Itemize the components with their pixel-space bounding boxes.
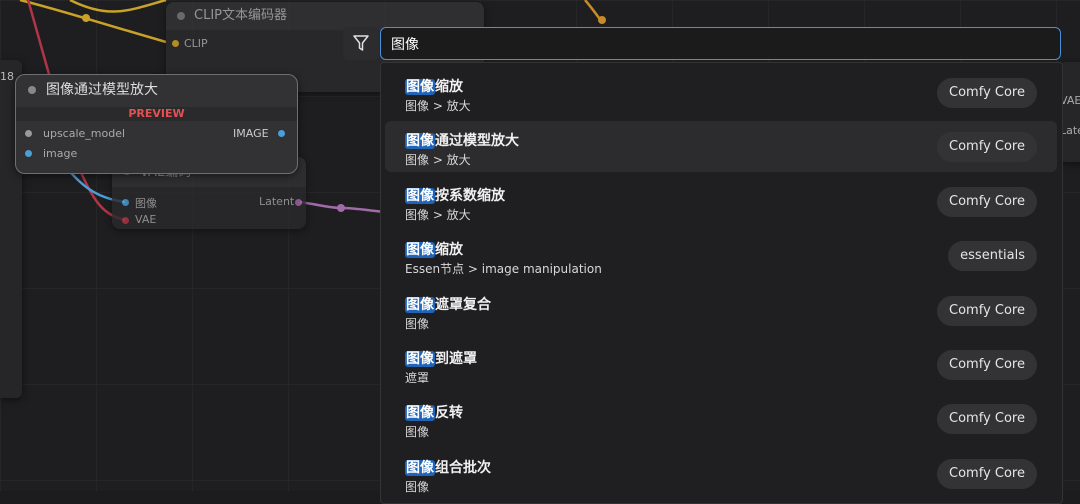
search-result-item[interactable]: 图像缩放 Essen节点 > image manipulation essentia… xyxy=(385,230,1057,281)
search-result-item[interactable]: 图像到遮罩 遮罩 Comfy Core xyxy=(385,339,1057,390)
result-name-rest: 反转 xyxy=(435,405,463,422)
result-name-highlight: 图像 xyxy=(405,405,435,422)
vae-image-input-label: 图像 xyxy=(135,197,157,210)
result-source-badge: Comfy Core xyxy=(937,404,1037,435)
result-name-highlight: 图像 xyxy=(405,351,435,367)
result-name-highlight: 图像 xyxy=(405,187,435,204)
wire-reroute-dot xyxy=(82,14,90,22)
result-name-rest: 缩放 xyxy=(435,242,463,259)
wire-yellow-2 xyxy=(69,0,167,13)
vae-vae-input-dot[interactable] xyxy=(122,217,129,224)
result-name-rest: 到遮罩 xyxy=(435,351,477,367)
wire-reroute-dot-3 xyxy=(337,204,345,212)
result-name: 图像通过模型放大 xyxy=(405,130,519,150)
search-result-item[interactable]: 图像遮罩复合 图像 Comfy Core xyxy=(385,285,1057,336)
preview-label: PREVIEW xyxy=(16,107,297,121)
upscale-model-input-label: upscale_model xyxy=(43,127,126,140)
image-upscale-with-model-node[interactable]: 图像通过模型放大 PREVIEW upscale_model image IMA… xyxy=(15,74,298,174)
search-result-item[interactable]: 图像缩放图像 > 放大 Comfy Core xyxy=(385,67,1057,118)
search-result-item[interactable]: 图像组合批次 图像 Comfy Core xyxy=(385,448,1057,499)
result-source-badge: Comfy Core xyxy=(937,132,1037,163)
vae-latent-output-label: Latent xyxy=(259,195,295,208)
node-id-label: 18 xyxy=(0,70,14,83)
result-category: Essen节点 > image manipulation xyxy=(405,262,602,277)
result-name: 图像缩放 xyxy=(405,76,463,96)
result-source-badge: Comfy Core xyxy=(937,350,1037,380)
result-name-rest: 组合批次 xyxy=(435,459,491,476)
clip-input-label: CLIP xyxy=(184,37,208,50)
result-category: 遮罩 xyxy=(405,371,430,385)
result-name: 图像到遮罩 xyxy=(405,348,477,368)
result-source-badge: Comfy Core xyxy=(937,186,1037,217)
right-node-vae-label: VAE xyxy=(1060,94,1080,107)
image-input-label: image xyxy=(43,147,78,160)
vae-vae-input-label: VAE xyxy=(135,213,157,226)
result-name: 图像遮罩复合 xyxy=(405,294,491,314)
image-output-label: IMAGE xyxy=(233,127,269,140)
result-category: 图像 > 放大 xyxy=(405,153,471,168)
wire-reroute-dot-2 xyxy=(598,16,606,24)
vae-latent-output-dot[interactable] xyxy=(295,199,302,206)
result-source-badge: Comfy Core xyxy=(937,78,1037,108)
search-result-item[interactable]: 图像反转 图像 Comfy Core xyxy=(385,393,1057,444)
node-search-input[interactable] xyxy=(380,27,1061,60)
result-name-rest: 按系数缩放 xyxy=(435,187,505,204)
result-name-highlight: 图像 xyxy=(405,459,435,476)
result-source-badge: Comfy Core xyxy=(937,295,1037,326)
filter-icon xyxy=(353,35,369,51)
search-result-item[interactable]: 图像按系数缩放图像 > 放大 Comfy Core xyxy=(385,176,1057,227)
result-name-highlight: 图像 xyxy=(405,133,435,150)
result-source-badge: essentials xyxy=(948,241,1037,272)
result-source-badge: Comfy Core xyxy=(937,458,1037,489)
image-output-dot[interactable] xyxy=(278,130,285,137)
result-name: 图像按系数缩放 xyxy=(405,185,505,205)
result-category: 图像 xyxy=(405,316,430,331)
result-name-rest: 通过模型放大 xyxy=(435,133,519,150)
vae-image-input-dot[interactable] xyxy=(122,199,129,206)
result-category: 图像 xyxy=(405,479,430,494)
upscale-node-title: 图像通过模型放大 xyxy=(16,75,297,105)
clip-input-dot[interactable] xyxy=(172,40,179,47)
result-name: 图像缩放 xyxy=(405,239,463,259)
result-name-highlight: 图像 xyxy=(405,296,435,313)
upscale-model-input-dot[interactable] xyxy=(25,130,32,137)
result-category: 图像 > 放大 xyxy=(405,207,471,222)
result-name-rest: 缩放 xyxy=(435,79,463,95)
result-name-highlight: 图像 xyxy=(405,79,435,95)
clip-node-title: CLIP文本编码器 xyxy=(166,2,484,30)
image-input-dot[interactable] xyxy=(25,150,32,157)
result-category: 图像 > 放大 xyxy=(405,99,471,113)
result-category: 图像 xyxy=(405,425,430,440)
filter-button[interactable] xyxy=(343,27,379,60)
right-node-latent-label: Latent xyxy=(1060,124,1080,137)
result-name-highlight: 图像 xyxy=(405,242,435,259)
result-name-rest: 遮罩复合 xyxy=(435,296,491,313)
search-results-list: 图像缩放 图像 > 放大 Comfy Core 图像通过模型放大 图像 > 放大 Comf… xyxy=(380,62,1063,504)
result-name: 图像反转 xyxy=(405,402,463,422)
search-result-item[interactable]: 图像通过模型放大图像 > 放大 Comfy Core xyxy=(385,121,1057,173)
result-name: 图像组合批次 xyxy=(405,457,491,477)
